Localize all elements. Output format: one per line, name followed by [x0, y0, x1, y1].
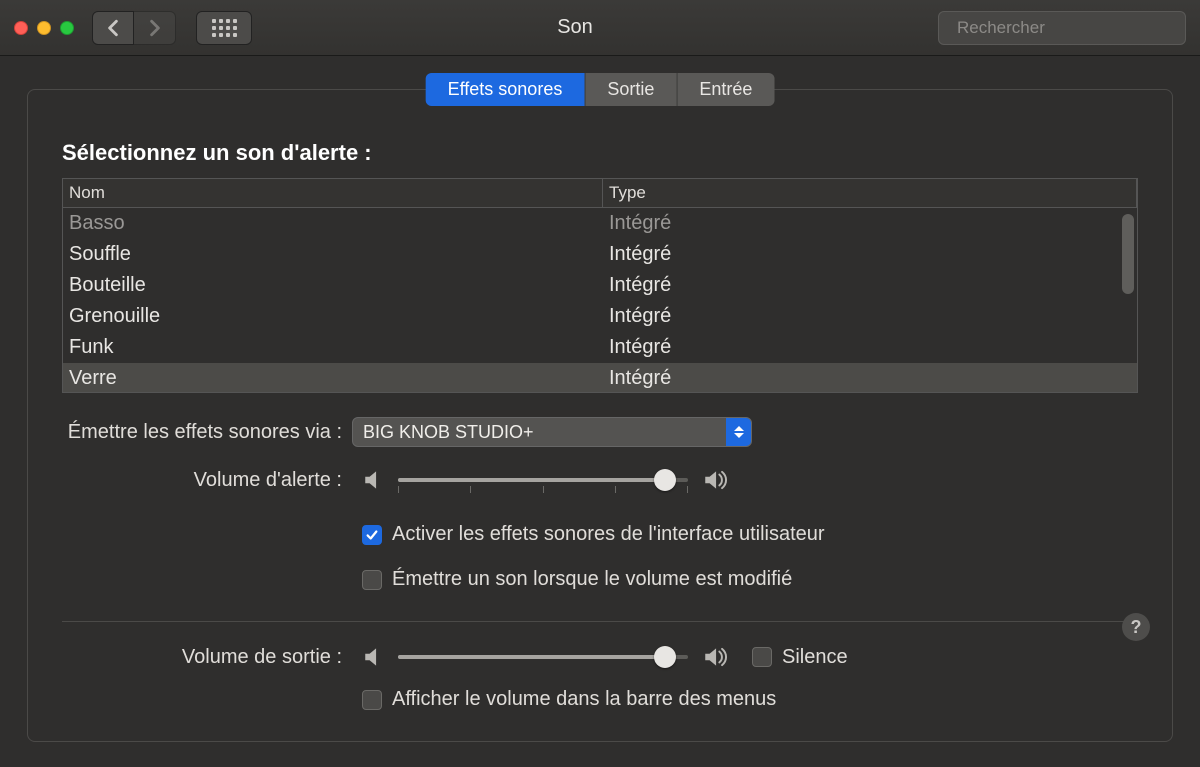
slider-thumb[interactable]	[654, 469, 676, 491]
cell-name: Basso	[63, 212, 603, 235]
zoom-window-button[interactable]	[60, 21, 74, 35]
search-field[interactable]	[938, 11, 1186, 45]
dropdown-caret-icon	[726, 418, 751, 446]
table-body: BassoIntégréSouffleIntégréBouteilleIntég…	[63, 208, 1137, 392]
window-title: Son	[222, 16, 928, 39]
scrollbar-thumb[interactable]	[1122, 214, 1134, 294]
cell-name: Funk	[63, 336, 603, 359]
alert-volume-row: Volume d'alerte :	[62, 467, 1138, 493]
window-controls	[14, 21, 74, 35]
ui-sounds-checkbox[interactable]	[362, 525, 382, 545]
cell-type: Intégré	[603, 212, 1137, 235]
silence-checkbox[interactable]	[752, 647, 772, 667]
cell-type: Intégré	[603, 243, 1137, 266]
col-header-type[interactable]: Type	[603, 179, 1137, 207]
ui-sounds-row: Activer les effets sonores de l'interfac…	[62, 523, 1138, 546]
table-row[interactable]: FunkIntégré	[63, 332, 1137, 363]
table-row[interactable]: BouteilleIntégré	[63, 270, 1137, 301]
table-row[interactable]: VerreIntégré	[63, 363, 1137, 392]
table-row[interactable]: GrenouilleIntégré	[63, 301, 1137, 332]
minimize-window-button[interactable]	[37, 21, 51, 35]
back-button[interactable]	[92, 11, 134, 45]
cell-type: Intégré	[603, 274, 1137, 297]
cell-name: Souffle	[63, 243, 603, 266]
speaker-low-icon	[362, 467, 388, 493]
tab-input[interactable]: Entrée	[676, 73, 774, 106]
titlebar: Son	[0, 0, 1200, 56]
main-panel: Effets sonores Sortie Entrée Sélectionne…	[27, 89, 1173, 742]
alert-volume-label: Volume d'alerte :	[62, 469, 352, 492]
volume-feedback-label: Émettre un son lorsque le volume est mod…	[392, 568, 792, 591]
volume-feedback-checkbox[interactable]	[362, 570, 382, 590]
chevron-left-icon	[106, 19, 120, 37]
speaker-low-icon	[362, 644, 388, 670]
silence-label: Silence	[782, 646, 848, 669]
cell-name: Grenouille	[63, 305, 603, 328]
ui-sounds-label: Activer les effets sonores de l'interfac…	[392, 523, 825, 546]
help-button[interactable]: ?	[1122, 613, 1150, 641]
table-header: Nom Type	[63, 179, 1137, 208]
table-row[interactable]: SouffleIntégré	[63, 239, 1137, 270]
menubar-volume-row: Afficher le volume dans la barre des men…	[62, 688, 1138, 711]
output-volume-slider[interactable]	[398, 645, 688, 669]
cell-name: Verre	[63, 367, 603, 390]
tab-bar: Effets sonores Sortie Entrée	[426, 73, 775, 106]
alert-sound-heading: Sélectionnez un son d'alerte :	[62, 140, 1138, 166]
chevron-right-icon	[148, 19, 162, 37]
output-device-row: Émettre les effets sonores via : BIG KNO…	[62, 417, 1138, 447]
nav-buttons	[92, 11, 176, 45]
table-row[interactable]: BassoIntégré	[63, 208, 1137, 239]
tab-sound-effects[interactable]: Effets sonores	[426, 73, 585, 106]
output-volume-label: Volume de sortie :	[62, 646, 352, 669]
cell-name: Bouteille	[63, 274, 603, 297]
output-device-dropdown[interactable]: BIG KNOB STUDIO+	[352, 417, 752, 447]
col-header-name[interactable]: Nom	[63, 179, 603, 207]
forward-button[interactable]	[134, 11, 176, 45]
cell-type: Intégré	[603, 305, 1137, 328]
slider-thumb[interactable]	[654, 646, 676, 668]
speaker-high-icon	[702, 644, 728, 670]
tab-output[interactable]: Sortie	[584, 73, 676, 106]
cell-type: Intégré	[603, 336, 1137, 359]
alert-volume-slider[interactable]	[398, 468, 688, 492]
alert-sound-table: Nom Type BassoIntégréSouffleIntégréBoute…	[62, 178, 1138, 393]
separator	[62, 621, 1138, 622]
menubar-volume-checkbox[interactable]	[362, 690, 382, 710]
speaker-high-icon	[702, 467, 728, 493]
silence-row: Silence	[752, 646, 848, 669]
output-volume-row: Volume de sortie : Silence	[62, 644, 1138, 670]
volume-feedback-row: Émettre un son lorsque le volume est mod…	[62, 568, 1138, 591]
search-input[interactable]	[957, 18, 1178, 38]
check-icon	[365, 528, 379, 542]
output-device-value: BIG KNOB STUDIO+	[363, 422, 534, 443]
menubar-volume-label: Afficher le volume dans la barre des men…	[392, 688, 776, 711]
close-window-button[interactable]	[14, 21, 28, 35]
cell-type: Intégré	[603, 367, 1137, 390]
output-device-label: Émettre les effets sonores via :	[62, 421, 352, 444]
